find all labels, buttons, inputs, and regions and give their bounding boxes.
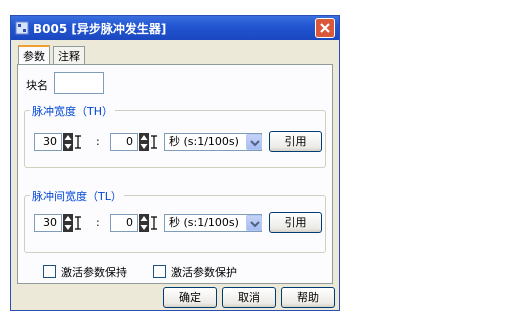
tab-panel: 块名 脉冲宽度（TH） 30 : 0 秒 (s:1/100s) 引用 脉冲间宽度… — [17, 64, 333, 284]
close-icon — [320, 23, 330, 33]
pulse-interval-ref-button[interactable]: 引用 — [269, 212, 322, 233]
pulse-interval-unit-dropdown-button[interactable] — [246, 215, 262, 231]
pulse-width-second-input[interactable]: 0 — [110, 133, 138, 151]
pulse-width-spinner-icon[interactable] — [63, 133, 73, 151]
pulse-width-ref-button[interactable]: 引用 — [269, 131, 322, 152]
block-name-label: 块名 — [26, 79, 48, 92]
pulse-width-legend: 脉冲宽度（TH） — [30, 103, 115, 119]
pulse-interval-colon: : — [96, 216, 100, 229]
pulse-width-colon: : — [96, 135, 100, 148]
pulse-interval-second-input[interactable]: 0 — [110, 214, 138, 232]
title-bar[interactable]: B005 [异步脉冲发生器] — [11, 16, 339, 40]
pulse-interval-spinner-icon[interactable] — [63, 214, 73, 232]
block-icon — [15, 21, 29, 35]
pulse-interval-second-spinner-icon[interactable] — [139, 214, 149, 232]
pulse-width-unit-value: 秒 (s:1/100s) — [169, 135, 239, 148]
pulse-interval-unit-value: 秒 (s:1/100s) — [169, 216, 239, 229]
retain-params-checkbox[interactable] — [43, 265, 56, 278]
retain-params-label: 激活参数保持 — [61, 266, 127, 279]
protect-params-checkbox[interactable] — [153, 265, 166, 278]
tab-parameters[interactable]: 参数 — [18, 45, 50, 65]
chevron-down-icon — [250, 221, 260, 228]
help-button[interactable]: 帮助 — [281, 287, 335, 308]
pulse-interval-value-input[interactable]: 30 — [34, 214, 62, 232]
tab-comment[interactable]: 注释 — [53, 46, 85, 64]
pulse-width-value-input[interactable]: 30 — [34, 133, 62, 151]
ok-button[interactable]: 确定 — [163, 287, 217, 308]
ibeam-icon — [151, 216, 157, 230]
block-name-input[interactable] — [54, 72, 104, 94]
ibeam-icon — [75, 135, 81, 149]
window-title: B005 [异步脉冲发生器] — [33, 22, 167, 36]
pulse-interval-legend: 脉冲间宽度（TL） — [30, 188, 124, 204]
dialog-window: B005 [异步脉冲发生器] 参数 注释 块名 脉冲宽度（TH） 30 : 0 — [10, 15, 340, 311]
cancel-button[interactable]: 取消 — [222, 287, 276, 308]
ibeam-icon — [151, 135, 157, 149]
ibeam-icon — [75, 216, 81, 230]
protect-params-label: 激活参数保护 — [171, 266, 237, 279]
close-button[interactable] — [315, 18, 335, 38]
chevron-down-icon — [250, 140, 260, 147]
pulse-width-unit-dropdown-button[interactable] — [246, 134, 262, 150]
pulse-width-second-spinner-icon[interactable] — [139, 133, 149, 151]
